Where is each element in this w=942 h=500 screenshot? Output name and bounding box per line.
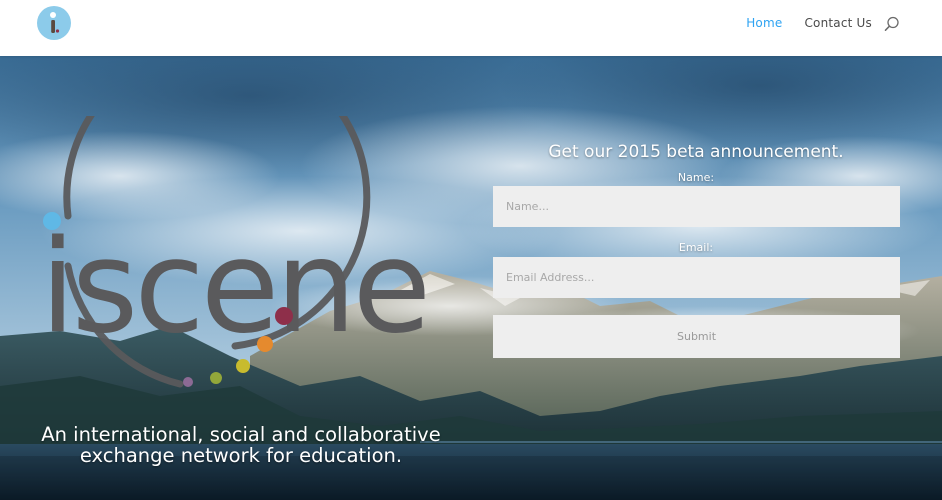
hero-section: iscene An international, social and coll…	[0, 56, 942, 500]
nav-link-contact-us[interactable]: Contact Us	[804, 16, 872, 30]
nav-link-home[interactable]: Home	[746, 16, 782, 30]
site-logo-icon[interactable]	[36, 5, 72, 41]
search-icon[interactable]	[884, 16, 900, 32]
submit-button[interactable]: Submit	[493, 315, 900, 358]
name-input[interactable]	[493, 186, 900, 227]
tagline-line-2: exchange network for education.	[79, 444, 403, 467]
tagline-line-1: An international, social and collaborati…	[41, 423, 441, 446]
brand-wordmark: iscene	[40, 213, 427, 362]
email-input[interactable]	[493, 257, 900, 298]
form-title: Get our 2015 beta announcement.	[548, 142, 844, 162]
main-nav: Home Contact Us	[746, 16, 872, 30]
name-label: Name:	[677, 171, 715, 184]
site-header: Home Contact Us	[0, 0, 942, 56]
iscene-brand-logo: iscene	[40, 116, 431, 388]
email-label: Email:	[678, 241, 714, 254]
hero-tagline: An international, social and collaborati…	[0, 424, 482, 466]
